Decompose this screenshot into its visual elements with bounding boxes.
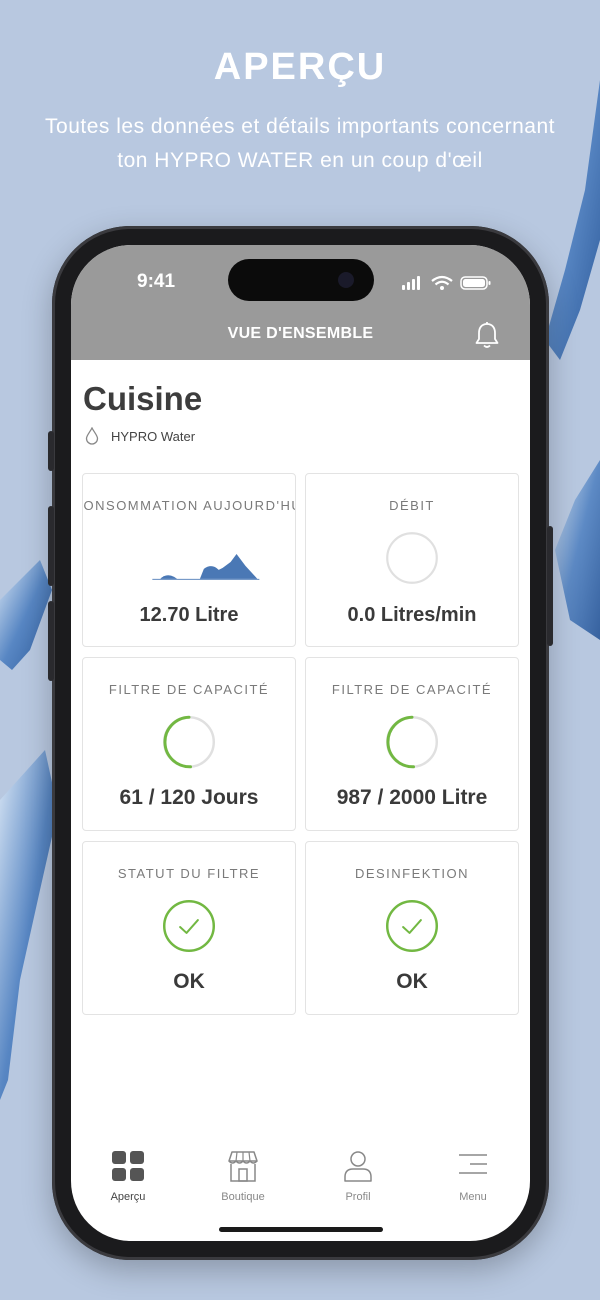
card-title: DÉBIT	[389, 498, 435, 513]
flow-ring	[386, 532, 438, 584]
status-time: 9:41	[137, 271, 176, 292]
phone-side-button	[48, 601, 54, 681]
filter-liters-ring	[385, 715, 439, 769]
check-icon	[162, 900, 216, 953]
tab-bar: Aperçu Boutique Profil Menu	[71, 1150, 530, 1220]
card-value: 0.0 Litres/min	[347, 604, 477, 626]
water-drop-icon	[85, 427, 99, 445]
card-filter-liters[interactable]: FILTRE DE CAPACITÉ 987 / 2000 Litre	[305, 657, 519, 831]
card-filter-status[interactable]: STATUT DU FILTRE OK	[82, 841, 296, 1015]
dynamic-island	[228, 259, 374, 301]
check-icon	[385, 900, 439, 953]
promo-title: APERÇU	[213, 46, 387, 88]
nav-title: VUE D'ENSEMBLE	[227, 325, 374, 342]
tab-menu[interactable]: Menu	[423, 1150, 523, 1203]
card-title: DESINFEKTION	[354, 866, 470, 881]
filter-days-ring	[162, 715, 216, 769]
tab-profil[interactable]: Profil	[308, 1150, 408, 1203]
card-filter-days[interactable]: FILTRE DE CAPACITÉ 61 / 120 Jours	[82, 657, 296, 831]
shop-icon	[228, 1151, 258, 1182]
card-title: FILTRE DE CAPACITÉ	[108, 682, 270, 697]
tab-label: Boutique	[221, 1191, 265, 1203]
device-row[interactable]: HYPRO Water	[85, 427, 195, 445]
card-value: OK	[396, 970, 428, 993]
tab-apercu[interactable]: Aperçu	[78, 1150, 178, 1203]
device-name: HYPRO Water	[111, 428, 196, 444]
phone-side-button	[547, 526, 553, 646]
card-disinfection[interactable]: DESINFEKTION OK	[305, 841, 519, 1015]
app-screen: 9:41 VUE D'ENSEMBLE Cuisine HYPRO Water …	[71, 245, 530, 1241]
grid-icon	[112, 1151, 144, 1181]
tab-label: Profil	[345, 1191, 371, 1203]
card-title: FILTRE DE CAPACITÉ	[331, 682, 493, 697]
app-header: 9:41 VUE D'ENSEMBLE	[71, 245, 530, 360]
card-value: 61 / 120 Jours	[119, 786, 259, 809]
phone-side-button	[48, 431, 54, 471]
bell-icon[interactable]	[474, 321, 500, 349]
status-icons	[402, 275, 491, 290]
user-icon	[344, 1151, 372, 1182]
card-value: 12.70 Litre	[139, 604, 239, 626]
promo-subtitle: Toutes les données et détails importants…	[45, 115, 555, 172]
tab-label: Aperçu	[110, 1191, 146, 1203]
card-consumption[interactable]: CONSOMMATION AUJOURD'HUI 12.70 Litre	[82, 473, 296, 647]
card-value: OK	[173, 970, 205, 993]
page-title: Cuisine	[83, 380, 203, 417]
tab-boutique[interactable]: Boutique	[193, 1150, 293, 1203]
home-indicator[interactable]	[219, 1227, 383, 1232]
tab-label: Menu	[459, 1191, 487, 1203]
consumption-area-chart	[152, 554, 260, 580]
card-title: STATUT DU FILTRE	[117, 866, 261, 881]
card-title: CONSOMMATION AUJOURD'HUI	[82, 498, 296, 513]
menu-icon	[459, 1154, 487, 1174]
card-value: 987 / 2000 Litre	[336, 786, 488, 809]
card-flow[interactable]: DÉBIT 0.0 Litres/min	[305, 473, 519, 647]
phone-side-button	[48, 506, 54, 586]
phone-frame: 9:41 VUE D'ENSEMBLE Cuisine HYPRO Water …	[48, 226, 553, 1260]
